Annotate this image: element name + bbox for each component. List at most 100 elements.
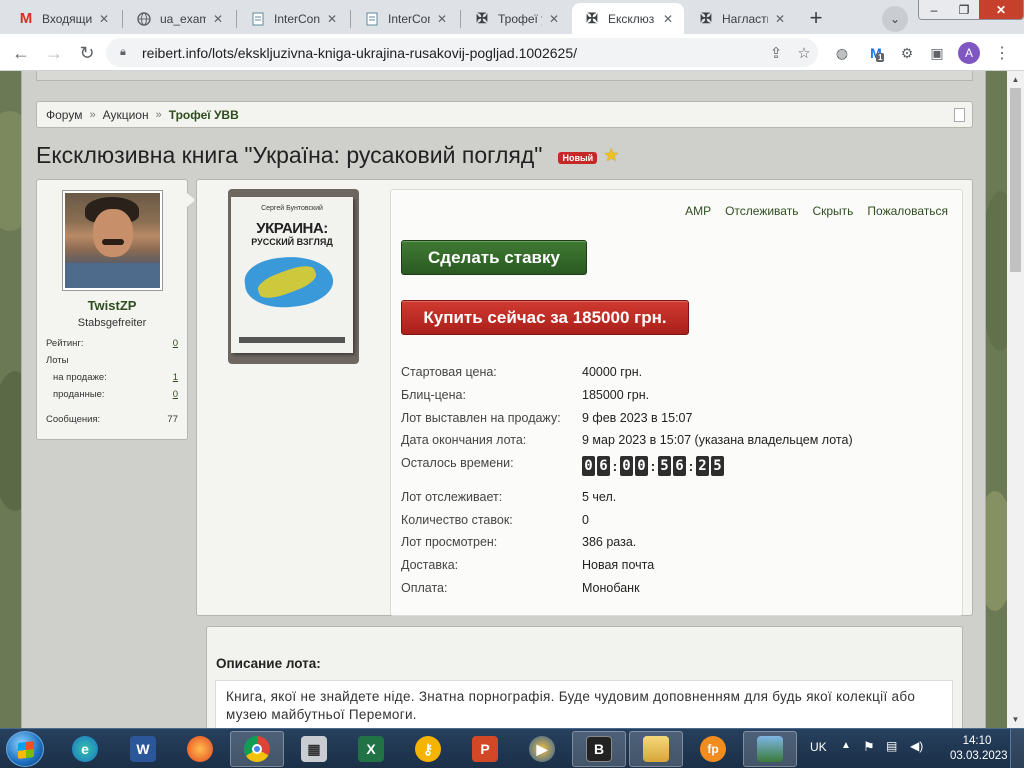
reload-button[interactable]: ↻ xyxy=(74,40,100,66)
forward-button[interactable]: → xyxy=(41,40,67,66)
shield-icon: ⚷ xyxy=(415,736,441,762)
kebab-menu-icon[interactable]: ⋮ xyxy=(992,43,1012,63)
clock-date: 03.03.2023 xyxy=(950,750,1008,762)
gmail-icon: M xyxy=(19,10,33,27)
description-heading: Описание лота: xyxy=(216,656,321,671)
stat-value[interactable]: 1 xyxy=(173,372,178,383)
globe-extension-icon[interactable]: ◍ xyxy=(832,43,852,63)
buy-now-button[interactable]: Купить сейчас за 185000 грн. xyxy=(401,300,689,335)
scroll-up-icon[interactable]: ▲ xyxy=(1007,71,1024,88)
taskbar-vpn[interactable]: ⚷ xyxy=(401,731,455,767)
place-bid-button[interactable]: Сделать ставку xyxy=(401,240,587,275)
taskbar: e W ▦ X ⚷ P ▶ B fp UK ▲ ⚑ ▤ ◀) 14:10 03.… xyxy=(0,728,1024,768)
lot-image[interactable]: Сергей Бунтовский УКРАИНА: РУССКИЙ ВЗГЛЯ… xyxy=(228,189,359,364)
maximize-button[interactable]: ❐ xyxy=(949,0,979,19)
taskbar-powerpoint[interactable]: P xyxy=(458,731,512,767)
share-icon[interactable]: ⇪ xyxy=(762,44,790,62)
detail-label: Оплата: xyxy=(401,581,448,595)
tab-label: Ексклюз xyxy=(608,11,655,26)
close-icon[interactable]: ✕ xyxy=(660,12,676,26)
close-icon[interactable]: ✕ xyxy=(772,12,788,26)
breadcrumb-current[interactable]: Трофеї УВВ xyxy=(169,108,239,122)
tab-interconti-1[interactable]: InterConti ✕ xyxy=(238,3,348,34)
watch-link[interactable]: Отслеживать xyxy=(725,204,798,218)
start-button[interactable] xyxy=(6,731,44,767)
stat-messages: Сообщения: 77 xyxy=(46,414,178,425)
tab-trofei[interactable]: ✠ Трофеї у ✕ xyxy=(462,3,570,34)
tab-naglast[interactable]: ✠ Нагласть ✕ xyxy=(686,3,796,34)
detail-row: Доставка: Новая почта xyxy=(401,558,956,572)
page-title: Ексклюзивна книга "Україна: русаковий по… xyxy=(36,142,619,169)
taskbar-chrome[interactable] xyxy=(230,731,284,767)
taskbar-photo[interactable] xyxy=(743,731,797,767)
breadcrumb-forum[interactable]: Форум xyxy=(46,108,82,122)
system-clock[interactable]: 14:10 03.03.2023 xyxy=(950,734,1008,764)
minimize-button[interactable]: – xyxy=(919,0,949,19)
forum-page: Форум » Аукцион » Трофеї УВВ Ексклюзивна… xyxy=(21,71,986,728)
back-button[interactable]: ← xyxy=(8,40,34,66)
lot-info: АМР Отслеживать Скрыть Пожаловаться Сдел… xyxy=(390,189,963,616)
taskbar-excel[interactable]: X xyxy=(344,731,398,767)
tab-search-button[interactable]: ⌄ xyxy=(882,6,908,32)
report-link[interactable]: Пожаловаться xyxy=(867,204,948,218)
taskbar-calculator[interactable]: ▦ xyxy=(287,731,341,767)
stat-lots: Лоты xyxy=(46,355,178,366)
tab-gmail[interactable]: M Входящи ✕ xyxy=(6,3,120,34)
book-subtitle: РУССКИЙ ВЗГЛЯД xyxy=(251,237,333,247)
stat-label: проданные: xyxy=(53,389,105,400)
flag-icon[interactable]: ⚑ xyxy=(863,739,875,755)
bookmark-star-icon[interactable]: ☆ xyxy=(790,44,818,62)
network-icon[interactable]: ▤ xyxy=(886,739,897,753)
volume-icon[interactable]: ◀) xyxy=(910,739,923,753)
scroll-thumb[interactable] xyxy=(1010,88,1021,272)
detail-label: Доставка: xyxy=(401,558,459,572)
address-bar[interactable]: 🔒︎ reibert.info/lots/ekskljuzivna-kniga-… xyxy=(106,38,818,67)
taskbar-b-app[interactable]: B xyxy=(572,731,626,767)
taskbar-firefox[interactable] xyxy=(173,731,227,767)
photo-viewer-icon xyxy=(757,736,783,762)
detail-label: Дата окончания лота: xyxy=(401,433,527,447)
tab-interconti-2[interactable]: InterConti ✕ xyxy=(352,3,458,34)
taskbar-fp[interactable]: fp xyxy=(686,731,740,767)
taskbar-media[interactable]: ▶ xyxy=(515,731,569,767)
amp-link[interactable]: АМР xyxy=(685,204,711,218)
close-icon[interactable]: ✕ xyxy=(546,12,562,26)
tray-expand-icon[interactable]: ▲ xyxy=(841,740,851,751)
timer-digit: 0 xyxy=(620,456,633,476)
taskbar-explorer[interactable] xyxy=(629,731,683,767)
page-scrollbar[interactable]: ▲ ▼ xyxy=(1007,71,1024,728)
stat-sold: проданные: 0 xyxy=(53,389,178,400)
breadcrumb-auction[interactable]: Аукцион xyxy=(103,108,149,122)
language-indicator[interactable]: UK xyxy=(810,740,827,754)
close-icon[interactable]: ✕ xyxy=(96,12,112,26)
profile-avatar[interactable]: A xyxy=(958,42,980,64)
taskbar-edge[interactable]: e xyxy=(58,731,112,767)
close-icon[interactable]: ✕ xyxy=(324,12,340,26)
chevron-down-icon: ⌄ xyxy=(889,12,901,26)
extension-m-icon[interactable]: M1 xyxy=(866,43,886,63)
extension-badge: 1 xyxy=(876,53,885,62)
stat-value[interactable]: 0 xyxy=(173,338,178,349)
avatar[interactable] xyxy=(62,190,163,291)
side-panel-icon[interactable]: ▣ xyxy=(927,43,947,63)
edge-icon: e xyxy=(72,736,98,762)
taskbar-word[interactable]: W xyxy=(116,731,170,767)
seller-name[interactable]: TwistZP xyxy=(37,298,187,313)
document-icon[interactable] xyxy=(954,108,965,122)
tab-ekskluzyvna[interactable]: ✠ Ексклюз ✕ xyxy=(572,3,684,34)
calculator-icon: ▦ xyxy=(301,736,327,762)
scroll-down-icon[interactable]: ▼ xyxy=(1007,711,1024,728)
close-icon[interactable]: ✕ xyxy=(434,12,450,26)
window-close-button[interactable]: ✕ xyxy=(979,0,1023,19)
close-icon[interactable]: ✕ xyxy=(210,12,226,26)
stat-value[interactable]: 0 xyxy=(173,389,178,400)
detail-label: Осталось времени: xyxy=(401,456,514,470)
firefox-icon xyxy=(187,736,213,762)
new-tab-button[interactable]: + xyxy=(802,4,830,32)
puzzle-icon[interactable]: ⚙ xyxy=(897,43,917,63)
chrome-icon xyxy=(244,736,270,762)
show-desktop-button[interactable] xyxy=(1010,729,1024,768)
tab-ua-example[interactable]: ua_examp ✕ xyxy=(124,3,234,34)
hide-link[interactable]: Скрыть xyxy=(812,204,853,218)
detail-row: Стартовая цена: 40000 грн. xyxy=(401,365,956,379)
